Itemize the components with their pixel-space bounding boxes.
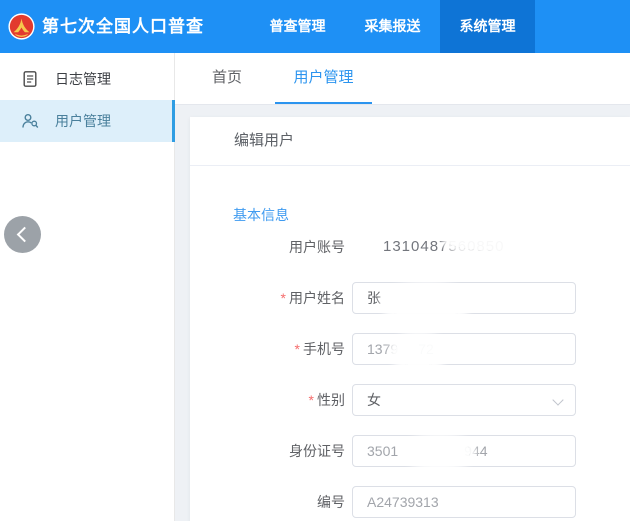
sidebar-item-label: 日志管理 — [55, 58, 111, 100]
chevron-left-icon — [17, 227, 33, 243]
sidebar-item-user-management[interactable]: 用户管理 — [0, 100, 175, 142]
content-area: 编辑用户 基本信息 用户账号 1310487560850 *用户姓名 张 *手机… — [175, 105, 630, 521]
tab-home[interactable]: 首页 — [197, 53, 257, 102]
log-document-icon — [21, 70, 39, 88]
sidebar: 日志管理 用户管理 — [0, 53, 175, 521]
census-logo-icon — [8, 13, 35, 40]
app-title: 第七次全国人口普查 — [42, 0, 204, 53]
redaction-smudge — [408, 440, 470, 464]
edit-user-card: 编辑用户 基本信息 用户账号 1310487560850 *用户姓名 张 *手机… — [190, 117, 630, 521]
redaction-smudge — [448, 231, 560, 251]
sidebar-item-label: 用户管理 — [55, 100, 111, 142]
app-window: 第七次全国人口普查 普查管理 采集报送 系统管理 日志管理 用户管理 — [0, 0, 630, 521]
nav-item-system-management[interactable]: 系统管理 — [440, 0, 535, 53]
serial-label: 编号 — [190, 486, 345, 518]
serial-input[interactable]: A24739313 — [352, 486, 576, 518]
name-label: *用户姓名 — [190, 282, 345, 314]
redaction-smudge — [386, 288, 466, 318]
card-title: 编辑用户 — [190, 117, 630, 166]
user-settings-icon — [21, 112, 39, 130]
sidebar-collapse-button[interactable] — [4, 216, 41, 253]
required-marker: * — [281, 290, 286, 306]
account-label: 用户账号 — [190, 237, 345, 257]
gender-select[interactable]: 女 — [352, 384, 576, 416]
required-marker: * — [295, 341, 300, 357]
nav-item-census-management[interactable]: 普查管理 — [255, 0, 340, 53]
section-title-basic-info: 基本信息 — [233, 205, 289, 225]
required-marker: * — [309, 392, 314, 408]
phone-input[interactable]: 137972 — [352, 333, 576, 365]
chevron-down-icon — [552, 394, 563, 405]
phone-label: *手机号 — [190, 333, 345, 365]
tab-user-management[interactable]: 用户管理 — [275, 53, 372, 104]
redaction-smudge — [395, 338, 442, 366]
nav-item-collection-reporting[interactable]: 采集报送 — [350, 0, 435, 53]
tab-bar: 首页 用户管理 — [175, 53, 630, 105]
id-card-label: 身份证号 — [190, 435, 345, 467]
sidebar-item-log-management[interactable]: 日志管理 — [0, 58, 175, 100]
app-header: 第七次全国人口普查 普查管理 采集报送 系统管理 — [0, 0, 630, 53]
gender-label: *性别 — [190, 384, 345, 416]
